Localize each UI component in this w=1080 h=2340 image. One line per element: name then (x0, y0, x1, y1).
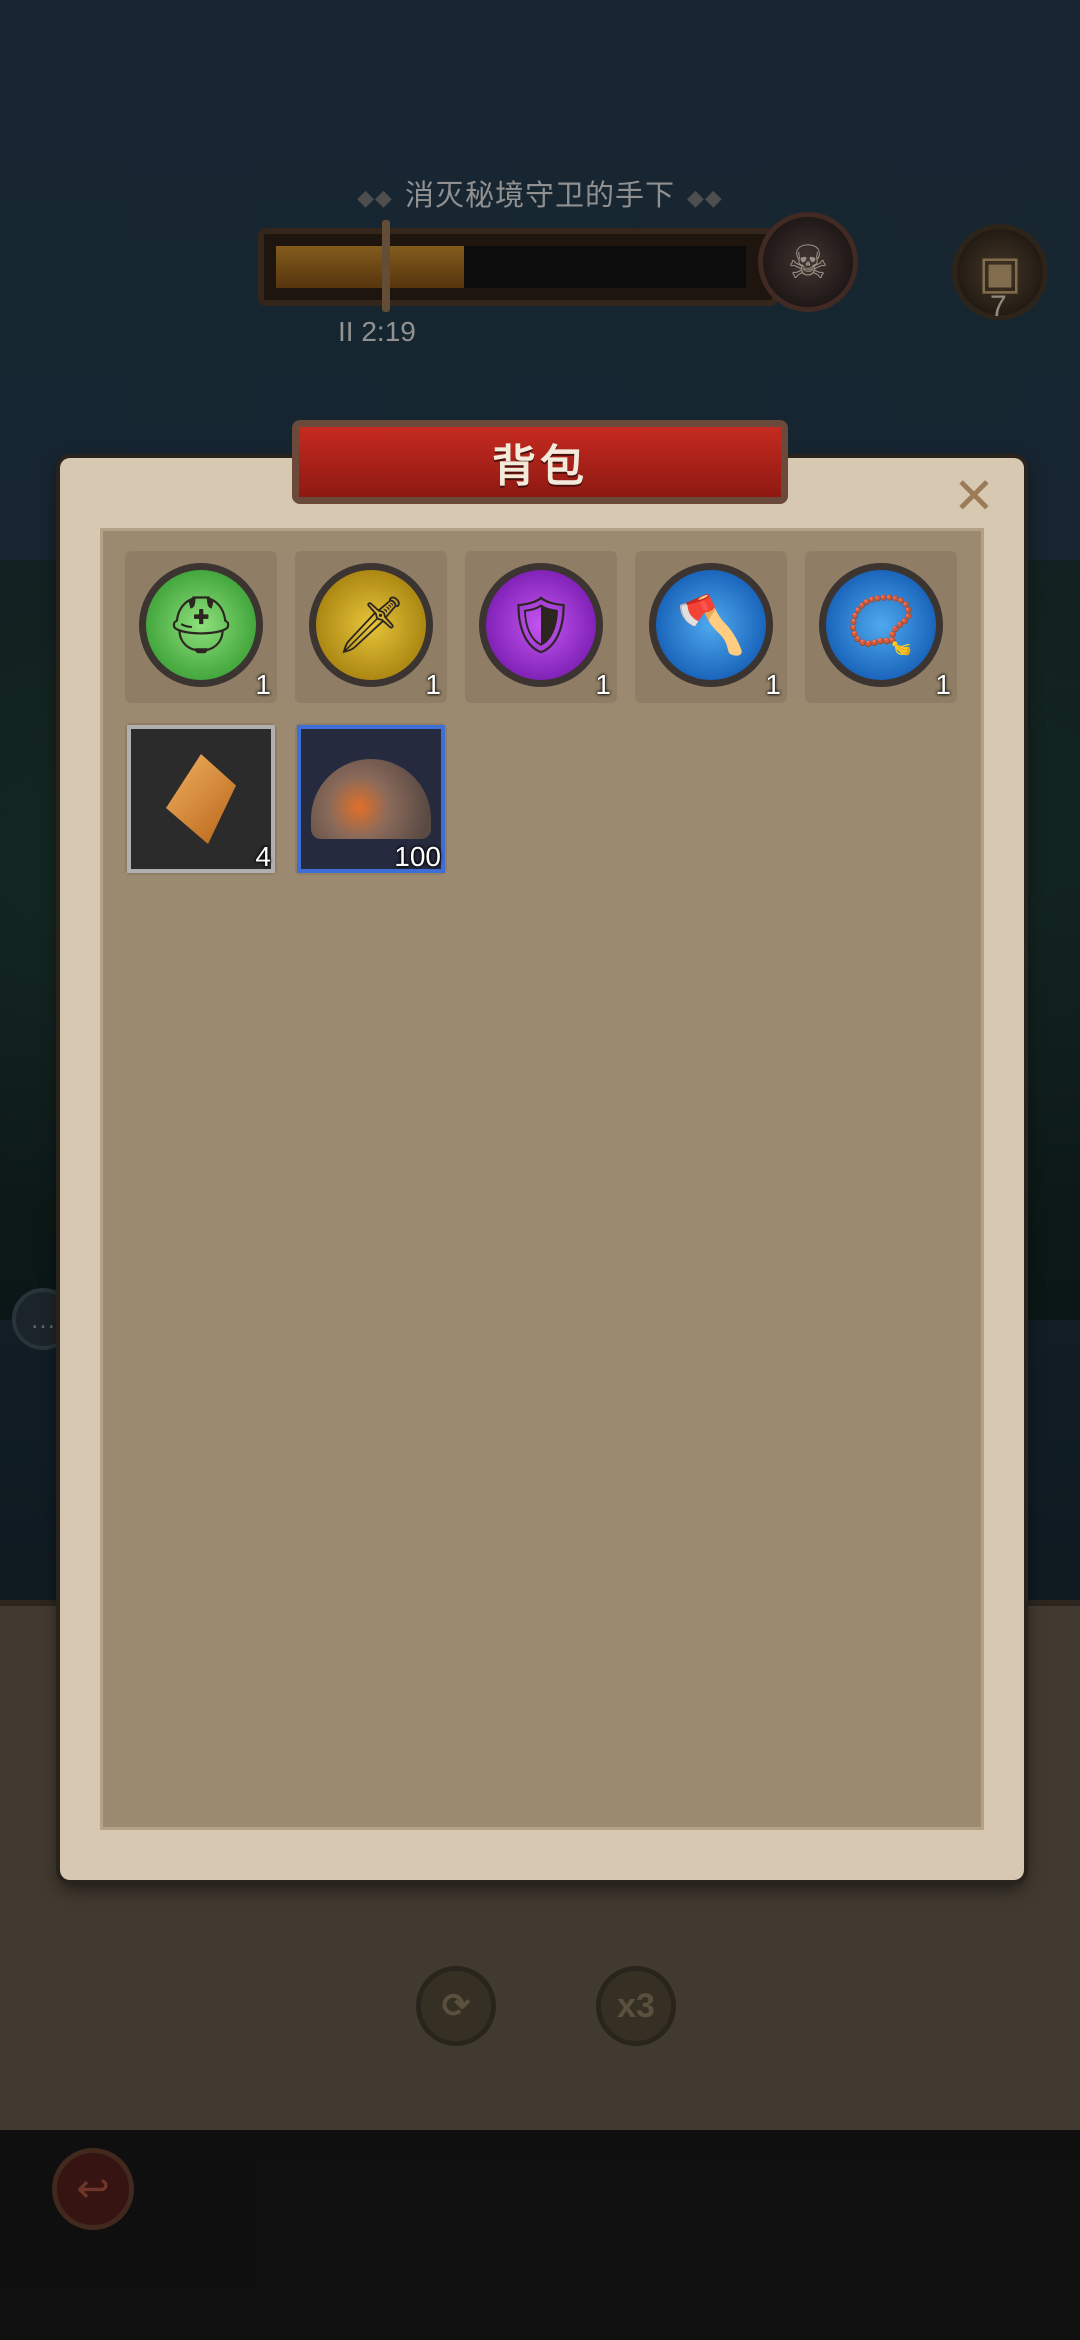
backpack-panel: ⛑ 1 🗡 1 🛡 1 🪓 1 📿 1 4 100 (60, 458, 1024, 1880)
ore-icon (311, 759, 431, 839)
close-button[interactable]: ✕ (948, 470, 1000, 522)
crystal-icon (166, 754, 236, 844)
backpack-title-banner: 背包 (292, 420, 788, 504)
item-quantity: 1 (255, 669, 271, 700)
item-quantity: 4 (255, 841, 271, 872)
necklace-icon: 📿 (819, 563, 943, 687)
inventory-slot-axe[interactable]: 🪓 1 (635, 551, 787, 703)
item-quantity: 1 (595, 669, 611, 700)
axe-icon: 🪓 (649, 563, 773, 687)
inventory-slot-sword[interactable]: 🗡 1 (295, 551, 447, 703)
helmet-icon: ⛑ (139, 563, 263, 687)
inventory-slot-ore[interactable]: 100 (295, 723, 447, 875)
armor-icon: 🛡 (479, 563, 603, 687)
inventory-slot-necklace[interactable]: 📿 1 (805, 551, 957, 703)
inventory-grid: ⛑ 1 🗡 1 🛡 1 🪓 1 📿 1 4 100 (100, 528, 984, 1830)
item-quantity: 100 (394, 841, 441, 872)
inventory-slot-helmet[interactable]: ⛑ 1 (125, 551, 277, 703)
backpack-title: 背包 (492, 442, 588, 491)
item-quantity: 1 (765, 669, 781, 700)
inventory-slot-crystal[interactable]: 4 (125, 723, 277, 875)
crystal-frame (127, 725, 275, 873)
inventory-slot-armor[interactable]: 🛡 1 (465, 551, 617, 703)
item-quantity: 1 (935, 669, 951, 700)
close-icon: ✕ (953, 468, 995, 524)
item-quantity: 1 (425, 669, 441, 700)
sword-icon: 🗡 (309, 563, 433, 687)
